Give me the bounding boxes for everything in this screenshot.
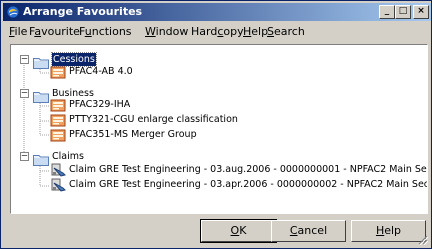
menu-bar: File Favourite Functions Window Hardcopy Help… [3,22,431,40]
close-icon: × [417,6,425,16]
title-bar[interactable]: Arrange Favourites _ □ × [3,3,431,21]
folder-icon [33,151,49,166]
menu-file[interactable]: File [9,25,27,38]
business-icon [50,127,66,142]
business-icon [50,112,66,127]
tree-item[interactable]: Claim GRE Test Engineering - 03.aug.2006… [69,163,427,176]
menu-search[interactable]: Search [267,25,305,38]
claim-icon [50,177,66,192]
menu-help[interactable]: Help [243,25,268,38]
tree-item[interactable]: PFAC4-AB 4.0 [69,65,133,78]
expander-cessions[interactable]: – [20,55,29,64]
cancel-label: ancel [297,224,328,237]
minimize-button[interactable]: _ [379,5,395,19]
business-icon [50,97,66,112]
expander-claims[interactable]: – [20,152,29,161]
help-label: elp [384,224,402,237]
menu-functions[interactable]: Functions [79,25,132,38]
menu-hardcopy[interactable]: Hardcopy [191,25,244,38]
app-icon [6,5,20,19]
ok-button[interactable]: OK [200,219,277,243]
folder-icon [33,88,49,103]
close-button[interactable]: × [413,5,429,19]
resize-grip-icon[interactable] [418,235,428,245]
ok-label: K [239,224,247,237]
expander-business[interactable]: – [20,89,29,98]
menu-window[interactable]: Window [145,25,188,38]
claim-icon [50,162,66,177]
maximize-icon: □ [398,6,408,16]
help-button[interactable]: Help [351,220,426,242]
cancel-mnemonic: C [289,224,298,237]
ok-mnemonic: O [230,224,240,237]
tree-item[interactable]: PTTY321-CGU enlarge classification [69,113,238,126]
tree-item[interactable]: PFAC329-IHA [69,98,130,111]
maximize-button[interactable]: □ [395,5,411,19]
cancel-button[interactable]: Cancel [271,220,346,242]
favourites-tree[interactable]: – Cessions PFAC4-AB 4.0– Business PFAC329-IH… [10,44,428,214]
window-title: Arrange Favourites [23,5,143,18]
help-mnemonic: H [375,224,385,237]
tree-item[interactable]: Claim GRE Test Engineering - 03.apr.2006… [69,178,427,191]
arrange-favourites-window: Arrange Favourites _ □ × File Favourite Fu… [0,0,432,249]
business-icon [50,64,66,79]
tree-item[interactable]: PFAC351-MS Merger Group [69,128,197,141]
minimize-icon: _ [384,6,390,16]
folder-icon [33,54,49,69]
menu-favourite[interactable]: Favourite [29,25,80,38]
